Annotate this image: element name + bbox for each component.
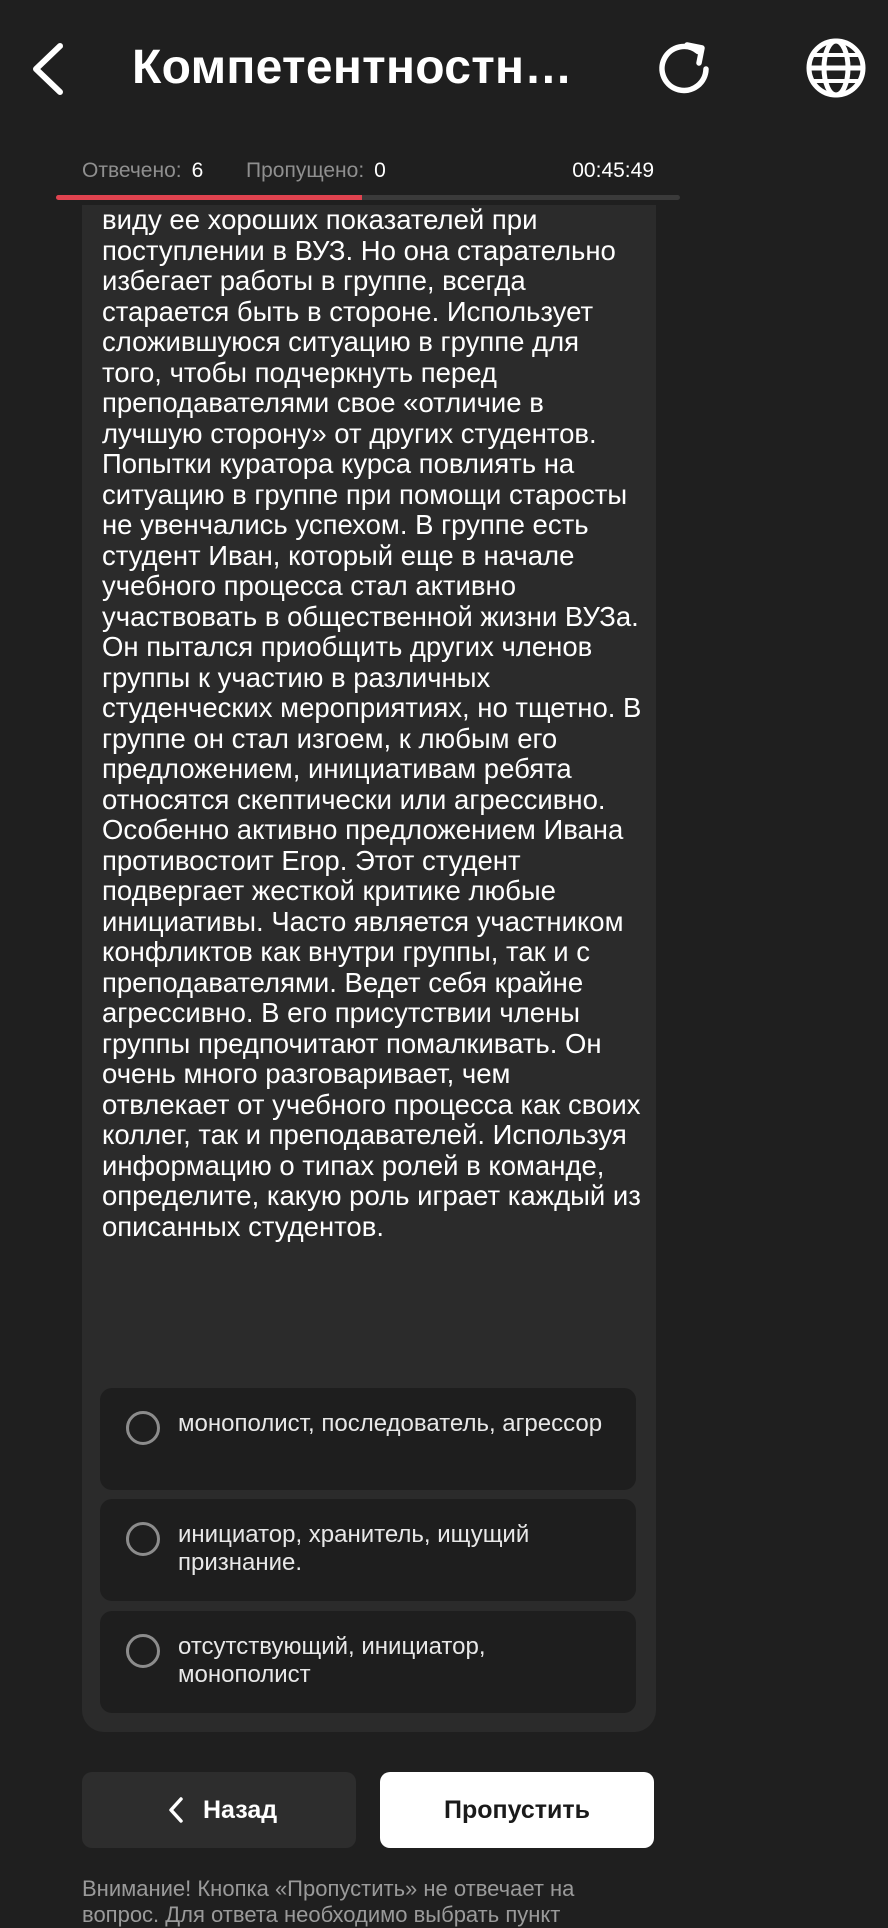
answer-option-label: инициатор, хранитель, ищущий признание.	[178, 1521, 530, 1576]
globe-icon[interactable]	[804, 36, 868, 100]
chevron-left-icon	[166, 1796, 186, 1824]
answer-option-label: монополист, последователь, агрессор	[178, 1410, 603, 1437]
answer-option-3[interactable]: отсутствующий, инициатор, монополист	[100, 1611, 636, 1713]
refresh-icon[interactable]	[652, 36, 718, 102]
back-button[interactable]: Назад	[82, 1772, 356, 1848]
answer-option-label: отсутствующий, инициатор, монополист	[178, 1633, 486, 1688]
radio-button[interactable]	[126, 1634, 160, 1668]
page-title: Компетентностны...	[132, 41, 602, 94]
progress-fill	[56, 195, 362, 200]
radio-button[interactable]	[126, 1522, 160, 1556]
quiz-status-bar: Отвечено: 6 Пропущено: 0 00:45:49	[82, 156, 654, 186]
answer-option-2[interactable]: инициатор, хранитель, ищущий признание.	[100, 1499, 636, 1601]
question-text: виду ее хороших показателей при поступле…	[102, 205, 642, 1242]
answered-label: Отвечено:	[82, 159, 182, 182]
answer-option-1[interactable]: монополист, последователь, агрессор	[100, 1388, 636, 1490]
top-bar: Компетентностны...	[0, 0, 888, 140]
answered-counter: Отвечено: 6	[82, 156, 203, 186]
skip-button[interactable]: Пропустить	[380, 1772, 654, 1848]
answered-value: 6	[191, 159, 204, 182]
back-arrow-icon[interactable]	[26, 40, 72, 98]
skipped-value: 0	[374, 159, 386, 182]
progress-bar	[56, 195, 680, 200]
timer: 00:45:49	[572, 159, 654, 182]
skipped-counter: Пропущено: 0	[246, 156, 386, 186]
skipped-label: Пропущено:	[246, 159, 365, 182]
skip-notice: Внимание! Кнопка «Пропустить» не отвечае…	[82, 1876, 575, 1927]
question-card: виду ее хороших показателей при поступле…	[82, 205, 656, 1732]
back-button-label: Назад	[203, 1796, 278, 1824]
radio-button[interactable]	[126, 1411, 160, 1445]
